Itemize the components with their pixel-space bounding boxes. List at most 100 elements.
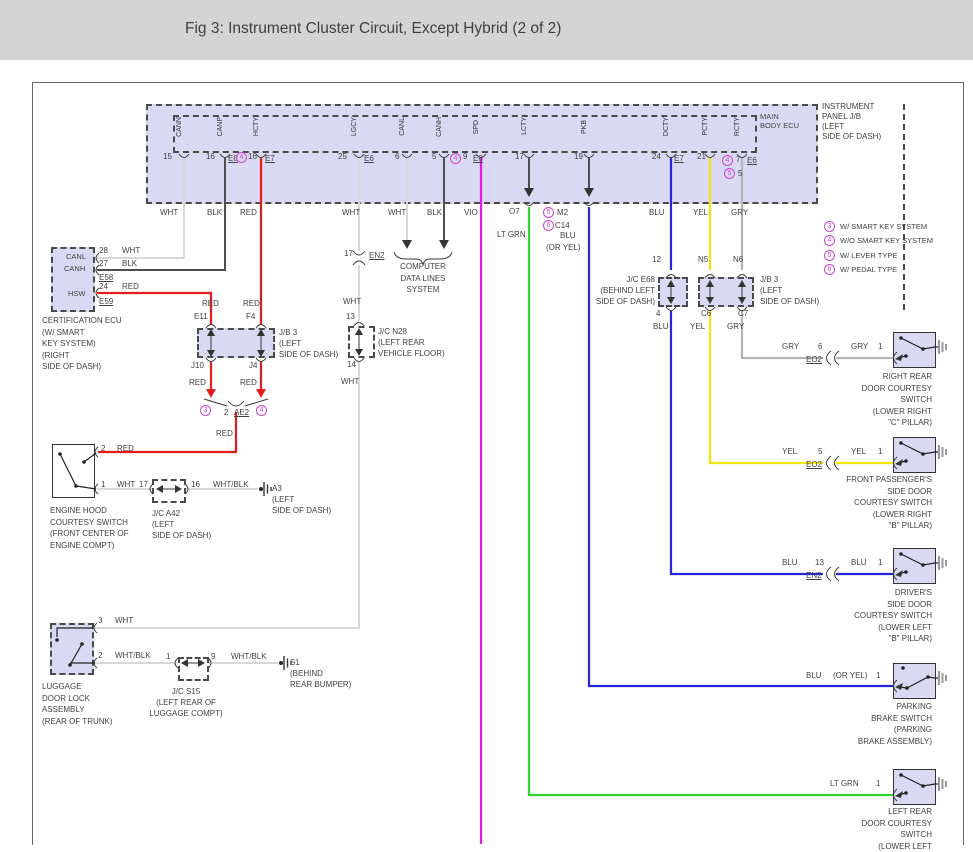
ecu-pin-lgcy: LGCY: [351, 117, 358, 136]
wire-color-lcty: LT GRN: [497, 230, 526, 239]
engine-hood-switch-label: ENGINE HOOD COURTESY SWITCH (FRONT CENTE…: [50, 505, 129, 551]
jb3-right-box: [698, 277, 754, 307]
front-passenger-door-switch-box: [893, 437, 936, 473]
title-bar: Fig 3: Instrument Cluster Circuit, Excep…: [0, 0, 973, 60]
jb3r-c6: C6: [701, 309, 711, 318]
s15-pin-9: 9: [211, 652, 215, 661]
hood-wht: WHT: [117, 480, 135, 489]
pin-num-cann: 15: [163, 152, 172, 161]
pb-pin-1: 1: [876, 671, 880, 680]
conn-m2: M2: [557, 208, 568, 217]
hood-red: RED: [117, 444, 134, 453]
legend-text-4: W/O SMART KEY SYSTEM: [840, 236, 933, 245]
jb3r-gry: GRY: [727, 322, 744, 331]
figure-title: Fig 3: Instrument Cluster Circuit, Excep…: [185, 20, 561, 38]
jb3l-red-below-1: RED: [189, 378, 206, 387]
e68-pin-4: 4: [656, 309, 660, 318]
ecu-pin-spd: SPD: [473, 120, 480, 134]
jb3l-j4: J4: [249, 361, 257, 370]
cert-pin-hsw: HSW: [68, 289, 86, 298]
cert-num-28: 28: [99, 246, 108, 255]
parking-brake-switch-label: PARKING BRAKE SWITCH (PARKING BRAKE ASSE…: [858, 701, 932, 747]
lr-pin-1: 1: [876, 779, 880, 788]
luggage-lock-box: [50, 623, 94, 675]
n28-label: J/C N28 (LEFT REAR VEHICLE FLOOR): [378, 326, 445, 359]
instrument-panel-label: INSTRUMENT PANEL J/B (LEFT SIDE OF DASH): [822, 102, 881, 142]
ecu-pin-pkb: PKB: [581, 120, 588, 134]
dr-conn-en2: EN2: [806, 571, 822, 580]
wire-color-pcty: YEL: [693, 208, 708, 217]
cert-pin-canh: CANH: [64, 264, 85, 273]
jb3-left-box: [197, 328, 275, 358]
jb3l-f4: F4: [246, 312, 255, 321]
a42-pin-16: 16: [191, 480, 200, 489]
e68-pin-12: 12: [652, 255, 661, 264]
legend-circle-5-icon: 5: [824, 250, 835, 261]
conn-o7: O7: [509, 207, 520, 216]
jb3r-label: J/B 3 (LEFT SIDE OF DASH): [760, 274, 819, 307]
cert-color-wht: WHT: [122, 246, 140, 255]
pin-num-hcty: 16: [248, 152, 257, 161]
parking-brake-switch-box: [893, 663, 936, 699]
ecu-pin-rcty: RCTY: [734, 117, 741, 136]
e68-label: J/C E68 (BEHIND LEFT SIDE OF DASH): [596, 274, 655, 307]
wire-color-dcty: BLU: [649, 208, 665, 217]
legend-circle-6-icon: 6: [824, 264, 835, 275]
ecu-pin-pcty: PCTY: [702, 117, 709, 136]
dr-pin-1: 1: [878, 558, 882, 567]
dr-pin-13: 13: [815, 558, 824, 567]
n28-wht-below: WHT: [341, 377, 359, 386]
conn-ae2: AE2: [234, 408, 249, 417]
wire-color-canp: BLK: [207, 208, 222, 217]
cert-pin-canl: CANL: [66, 252, 86, 261]
driver-door-switch-box: [893, 548, 936, 584]
cert-conn-e59: E59: [99, 297, 113, 306]
wiring-diagram-page: { "title": "Fig 3: Instrument Cluster Ci…: [0, 0, 973, 844]
pin-num-spd: 9: [463, 152, 467, 161]
main-body-ecu-label: MAIN BODY ECU: [760, 112, 799, 130]
cert-color-red: RED: [122, 282, 139, 291]
rr-pin-1: 1: [878, 342, 882, 351]
rr-conn-eo2: EO2: [806, 355, 822, 364]
front-passenger-switch-label: FRONT PASSENGER'S SIDE DOOR COURTESY SWI…: [846, 474, 932, 532]
engine-hood-switch-box: [52, 444, 95, 498]
legend-text-5: W/ LEVER TYPE: [840, 251, 897, 260]
jb3l-e11: E11: [194, 312, 208, 321]
left-rear-door-switch-box: [893, 769, 936, 805]
lugg-wht: WHT: [115, 616, 133, 625]
hood-whtblk: WHT/BLK: [213, 480, 249, 489]
n28-pin-13: 13: [346, 312, 355, 321]
computer-data-lines-label: COMPUTER DATA LINES SYSTEM: [380, 261, 466, 296]
right-rear-switch-label: RIGHT REAR DOOR COURTESY SWITCH (LOWER R…: [861, 371, 932, 429]
circled-6-pkb-icon: 6: [543, 220, 554, 231]
cert-conn-e58: E58: [99, 273, 113, 282]
ecu-pin-hcty: HCTY: [253, 117, 260, 136]
jb3l-red-above-1: RED: [202, 299, 219, 308]
circled-4-spd-icon: 4: [450, 153, 461, 164]
pin-num-dcty: 24: [652, 152, 661, 161]
driver-switch-label: DRIVER'S SIDE DOOR COURTESY SWITCH (LOWE…: [854, 587, 932, 645]
pb-blu: BLU: [806, 671, 822, 680]
legend-circle-3-icon: 3: [824, 221, 835, 232]
conn-en2: EN2: [369, 251, 385, 260]
cert-color-blk: BLK: [122, 259, 137, 268]
rr-pin-6: 6: [818, 342, 822, 351]
jb3l-red-below-2: RED: [240, 378, 257, 387]
circled-4-rcty-icon: 4: [722, 155, 733, 166]
s15-pin-1: 1: [166, 652, 170, 661]
ecu-pin-canp: CANP: [217, 117, 224, 136]
pb-or-yel: (OR YEL): [833, 671, 868, 680]
hood-pin-1: 1: [101, 480, 105, 489]
ground-a3-label: A3 (LEFT SIDE OF DASH): [272, 483, 331, 516]
wire-color-canl: WHT: [388, 208, 406, 217]
pin-num-rcty: 7: [736, 155, 740, 164]
rr-gry-1: GRY: [782, 342, 799, 351]
right-rear-door-switch-box: [893, 332, 936, 368]
circled-4-ae2-icon: 4: [256, 405, 267, 416]
lr-ltgrn: LT GRN: [830, 779, 859, 788]
conn-e7-dcty: E7: [674, 154, 684, 163]
jc-s15-box: [178, 657, 209, 681]
pin-num-pcty: 21: [697, 152, 706, 161]
wire-color-cann: WHT: [160, 208, 178, 217]
dr-blu-2: BLU: [851, 558, 867, 567]
